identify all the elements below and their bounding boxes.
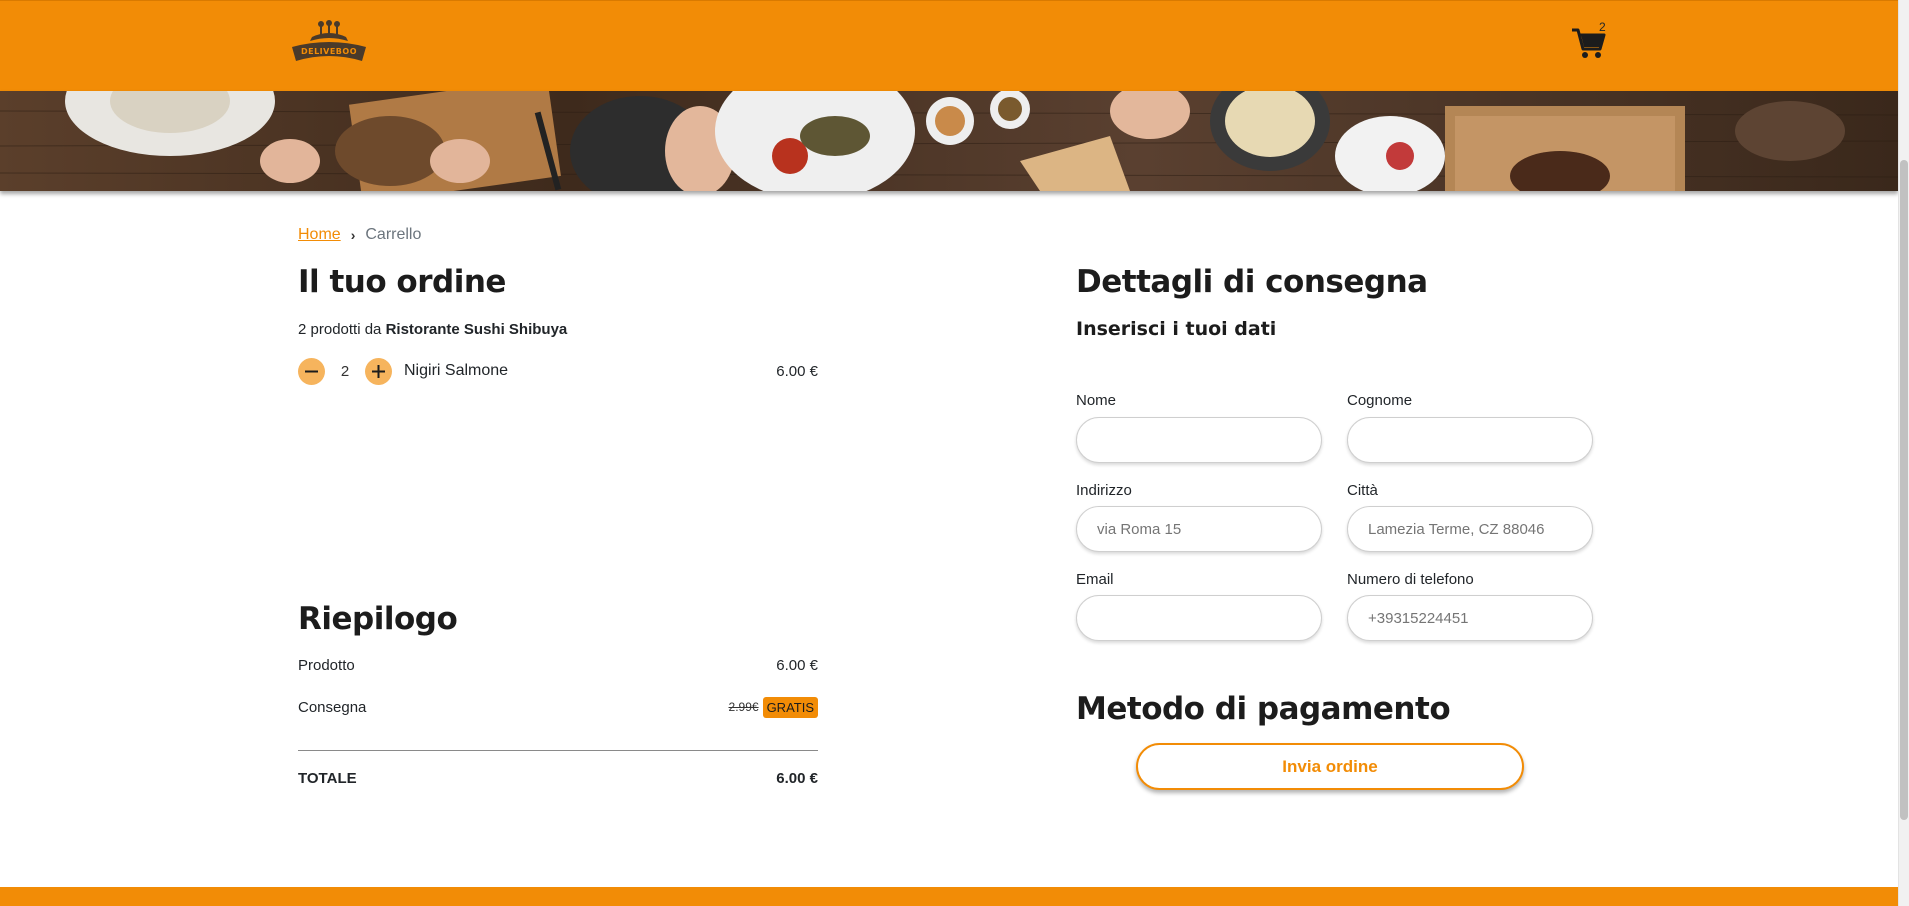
delivery-old-price: 2.99€: [728, 700, 759, 714]
cart-count-badge: 2: [1599, 20, 1606, 34]
order-count-text: 2 prodotti da Ristorante Sushi Shibuya: [298, 321, 567, 338]
summary-delivery-label: Consegna: [298, 698, 367, 716]
payment-title: Metodo di pagamento: [1076, 691, 1451, 727]
total-value: 6.00 €: [776, 770, 818, 787]
hero-food-banner: [0, 91, 1898, 191]
free-delivery-badge: GRATIS: [762, 696, 818, 718]
chevron-right-icon: ›: [350, 227, 356, 243]
delivery-title: Dettagli di consegna: [1076, 264, 1428, 300]
item-price: 6.00 €: [776, 362, 818, 380]
decrease-quantity-button[interactable]: [298, 357, 325, 385]
summary-product-value: 6.00 €: [776, 657, 818, 674]
minus-icon: [305, 370, 318, 372]
summary-total-row: TOTALE 6.00 €: [298, 770, 818, 787]
summary-divider: [298, 750, 818, 751]
indirizzo-input[interactable]: [1076, 506, 1322, 552]
cognome-label: Cognome: [1347, 392, 1413, 409]
cognome-input[interactable]: [1347, 417, 1593, 463]
order-title: Il tuo ordine: [298, 264, 506, 300]
summary-delivery-row: Consegna 2.99€ GRATIS: [298, 694, 818, 720]
breadcrumb: Home › Carrello: [298, 226, 421, 244]
item-quantity: 2: [340, 362, 350, 380]
summary-product-label: Prodotto: [298, 657, 355, 674]
nome-label: Nome: [1076, 392, 1117, 409]
telefono-label: Numero di telefono: [1347, 571, 1474, 588]
telefono-input[interactable]: [1347, 595, 1593, 641]
submit-order-button[interactable]: Invia ordine: [1136, 743, 1524, 790]
increase-quantity-button[interactable]: [365, 357, 392, 385]
restaurant-name: Ristorante Sushi Shibuya: [385, 321, 568, 338]
top-navbar: DELIVEBOO 2: [0, 0, 1898, 91]
delivery-subtitle: Inserisci i tuoi dati: [1076, 318, 1277, 340]
cart-item-row: 2 Nigiri Salmone 6.00 €: [298, 357, 818, 385]
breadcrumb-home-link[interactable]: Home: [298, 226, 341, 244]
page-scrollbar[interactable]: [1898, 0, 1909, 906]
food-table-image: [0, 91, 1898, 191]
deliveboo-logo[interactable]: DELIVEBOO: [286, 19, 372, 69]
summary-title: Riepilogo: [298, 601, 458, 637]
indirizzo-label: Indirizzo: [1076, 482, 1132, 499]
email-input[interactable]: [1076, 595, 1322, 641]
breadcrumb-current: Carrello: [365, 226, 422, 243]
email-label: Email: [1076, 571, 1114, 588]
total-label: TOTALE: [298, 770, 357, 787]
order-count: 2 prodotti da: [298, 321, 386, 338]
footer-bar: [0, 887, 1898, 906]
item-name: Nigiri Salmone: [404, 362, 509, 379]
logo-text: DELIVEBOO: [301, 47, 357, 56]
citta-input[interactable]: [1347, 506, 1593, 552]
nome-input[interactable]: [1076, 417, 1322, 463]
scrollbar-thumb[interactable]: [1900, 160, 1908, 820]
summary-product-row: Prodotto 6.00 €: [298, 657, 818, 674]
plus-icon: [372, 364, 385, 378]
citta-label: Città: [1347, 482, 1378, 499]
